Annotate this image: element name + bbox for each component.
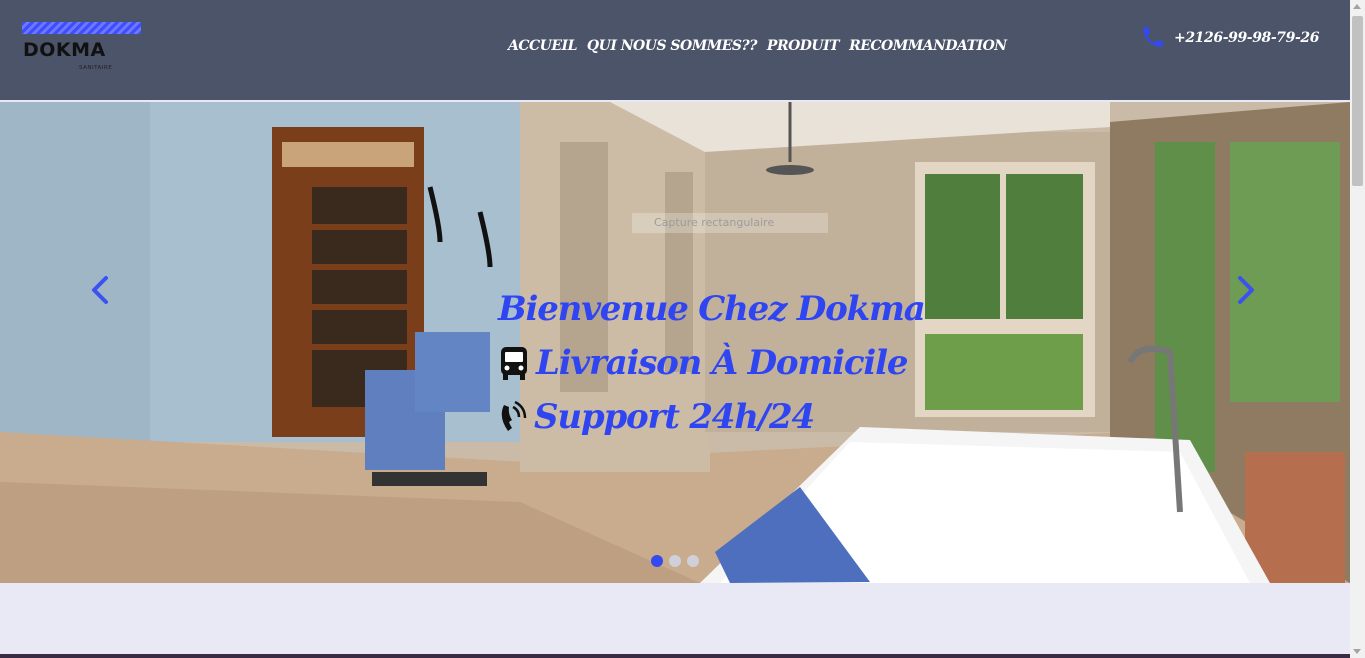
nav-qui-nous-sommes[interactable]: QUI NOUS SOMMES?? bbox=[587, 38, 758, 54]
phone-number: +2126-99-98-79-26 bbox=[1174, 30, 1320, 46]
caption-delivery: Livraison À Domicile bbox=[498, 336, 925, 390]
page-scrollbar[interactable] bbox=[1350, 0, 1365, 658]
page-bottom-edge bbox=[0, 654, 1350, 658]
hero-carousel: Capture rectangulaire Bienvenue Chez Dok… bbox=[0, 102, 1350, 583]
caption-welcome-text: Bienvenue Chez Dokma bbox=[498, 289, 926, 329]
bus-icon bbox=[501, 347, 527, 380]
scroll-down-icon[interactable] bbox=[1353, 649, 1361, 654]
image-overlay-label: Capture rectangulaire bbox=[632, 213, 828, 233]
logo-wordmark: DOKMA bbox=[23, 39, 106, 61]
nav-accueil[interactable]: ACCUEIL bbox=[508, 38, 577, 54]
carousel-indicator-3[interactable] bbox=[687, 555, 699, 567]
chevron-left-icon bbox=[92, 276, 108, 304]
carousel-prev-button[interactable] bbox=[80, 270, 120, 310]
caption-support-text: Support 24h/24 bbox=[534, 397, 815, 437]
nav-produit[interactable]: PRODUIT bbox=[767, 38, 840, 54]
carousel-next-button[interactable] bbox=[1226, 270, 1266, 310]
caption-delivery-text: Livraison À Domicile bbox=[536, 343, 908, 383]
phone-ringing-icon bbox=[501, 400, 527, 431]
phone-contact[interactable]: +2126-99-98-79-26 bbox=[1140, 24, 1319, 50]
caption-welcome: Bienvenue Chez Dokma bbox=[498, 282, 926, 336]
scroll-up-icon[interactable] bbox=[1353, 4, 1361, 9]
logo-tagline: SANITAIRE bbox=[79, 65, 113, 71]
main-nav: ACCUEIL QUI NOUS SOMMES?? PRODUIT RECOMM… bbox=[508, 38, 1007, 54]
site-header: DOKMA SANITAIRE ACCUEIL QUI NOUS SOMMES?… bbox=[0, 0, 1350, 100]
chevron-right-icon bbox=[1238, 276, 1254, 304]
nav-recommandation[interactable]: RECOMMANDATION bbox=[849, 38, 1007, 54]
brand-logo[interactable]: DOKMA SANITAIRE bbox=[22, 22, 142, 74]
carousel-indicator-2[interactable] bbox=[669, 555, 681, 567]
carousel-caption: Bienvenue Chez Dokma Livraison À Domicil… bbox=[498, 282, 926, 444]
carousel-indicator-1[interactable] bbox=[651, 555, 663, 567]
logo-stripe bbox=[22, 22, 141, 34]
scrollbar-thumb[interactable] bbox=[1352, 16, 1363, 186]
carousel-indicators bbox=[651, 555, 699, 567]
caption-support: Support 24h/24 bbox=[498, 390, 925, 444]
phone-icon bbox=[1143, 27, 1163, 47]
